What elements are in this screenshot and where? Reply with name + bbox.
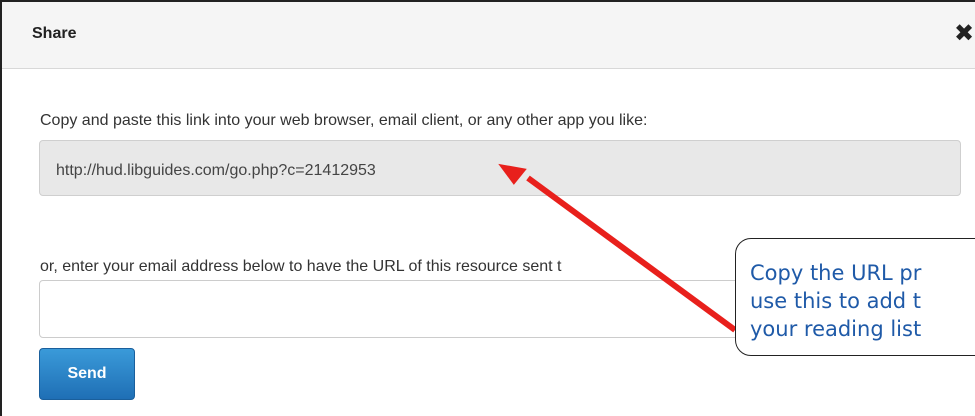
arrow-line bbox=[526, 175, 737, 333]
annotation-callout: Copy the URL pr use this to add t your r… bbox=[735, 238, 975, 356]
callout-line-3: your reading list bbox=[750, 317, 922, 341]
callout-line-2: use this to add t bbox=[750, 289, 922, 313]
arrow-head bbox=[498, 163, 527, 185]
callout-line-1: Copy the URL pr bbox=[750, 261, 922, 285]
